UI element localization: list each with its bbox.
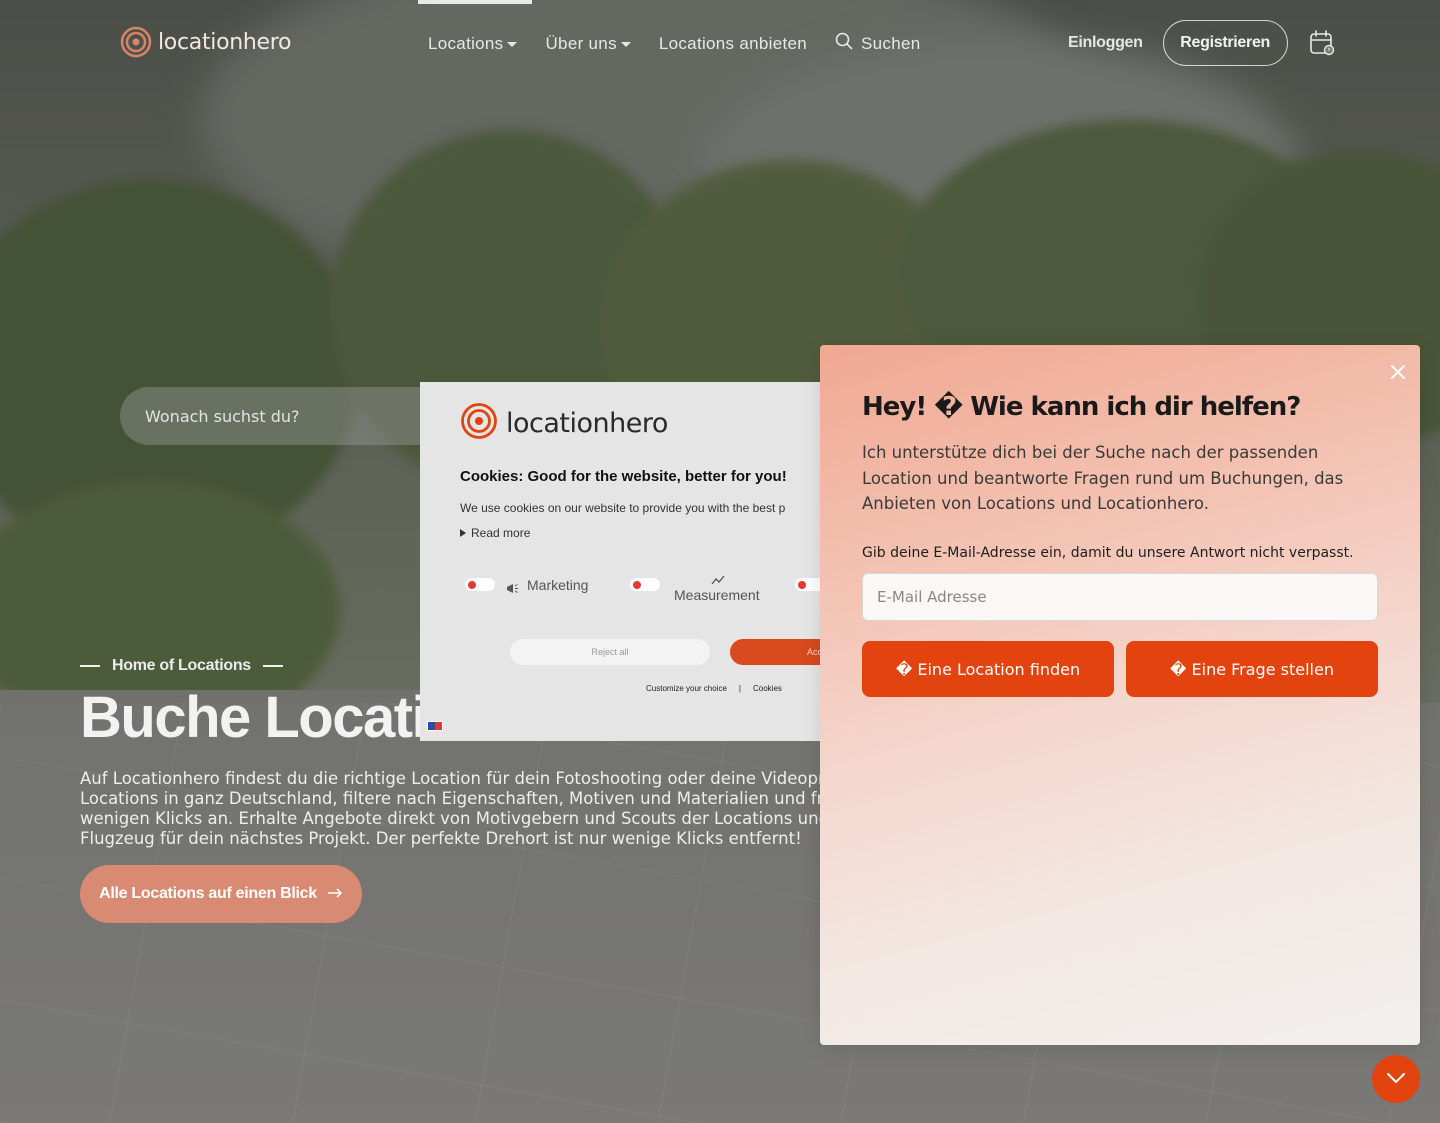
cookie-footer-links: Customize your choice | Cookies [646,684,782,693]
nav-item-locations-anbieten[interactable]: Locations anbieten [659,34,807,54]
read-more-toggle[interactable]: Read more [460,526,530,540]
all-locations-label: Alle Locations auf einen Blick [99,885,317,902]
nav-search-label: Suchen [861,33,921,53]
measurement-toggle[interactable] [630,578,660,591]
find-location-button[interactable]: � Eine Location finden [862,641,1114,697]
eyebrow-dash-right [262,665,283,667]
chat-widget-panel: Hey! � Wie kann ich dir helfen? Ich unte… [820,345,1420,1045]
hero-eyebrow: Home of Locations [80,657,283,675]
all-locations-button[interactable]: Alle Locations auf einen Blick [80,865,362,923]
nav-item-label: Locations [428,33,504,53]
main-menu: Locations Über uns Locations anbieten Su… [428,32,920,55]
cookies-policy-link[interactable]: Cookies [753,684,782,693]
top-navigation: locationhero Locations Über uns Location… [0,0,1440,86]
marketing-label: Marketing [527,577,589,593]
cookie-text: We use cookies on our website to provide… [460,501,786,515]
nav-item-ueber-uns[interactable]: Über uns [545,33,631,54]
location-pin-logo-icon [460,402,498,444]
register-button[interactable]: Registrieren [1162,20,1288,66]
hero-search-input[interactable]: Wonach suchst du? [120,387,460,445]
logo-wordmark: locationhero [158,29,292,55]
cookie-logo: locationhero [460,402,668,444]
email-label: Gib deine E-Mail-Adresse ein, damit du u… [862,545,1354,561]
account-actions: Einloggen Registrieren [1068,20,1335,66]
chat-title: Hey! � Wie kann ich dir helfen? [862,392,1301,422]
eyebrow-text: Home of Locations [112,657,251,674]
chat-toggle-button[interactable] [1372,1055,1420,1103]
hero-description: Auf Locationhero findest du die richtige… [80,769,844,848]
marketing-toggle[interactable] [465,578,495,591]
caret-down-icon [620,42,631,47]
arrow-right-icon [327,885,343,903]
chevron-down-icon [1386,1072,1406,1087]
cookie-title: Cookies: Good for the website, better fo… [460,468,787,485]
nav-item-label: Locations anbieten [658,33,807,53]
customize-choice-link[interactable]: Customize your choice [646,684,727,693]
location-pin-logo-icon [120,26,152,58]
language-flag-icon[interactable] [427,721,443,731]
measurement-label: Measurement [674,587,760,603]
nav-item-locations[interactable]: Locations [428,33,518,54]
link-separator: | [738,684,741,693]
login-link[interactable]: Einloggen [1068,34,1143,52]
cookie-logo-text: locationhero [506,407,668,439]
nav-active-indicator [418,0,532,4]
read-more-label: Read more [471,526,531,540]
nav-item-label: Über uns [545,33,617,53]
close-icon[interactable] [1388,362,1408,382]
ask-question-button[interactable]: � Eine Frage stellen [1126,641,1378,697]
home-logo-link[interactable]: locationhero [120,26,292,58]
chat-intro-text: Ich unterstütze dich bei der Suche nach … [862,443,1344,513]
search-icon [835,32,853,55]
email-field[interactable] [862,573,1378,621]
caret-down-icon [507,42,518,47]
nav-search-button[interactable]: Suchen [835,32,920,55]
triangle-right-icon [460,529,466,537]
megaphone-icon [506,579,519,598]
calendar-icon[interactable] [1309,29,1335,57]
eyebrow-dash-left [80,665,100,667]
reject-all-button[interactable]: Reject all [510,639,710,665]
